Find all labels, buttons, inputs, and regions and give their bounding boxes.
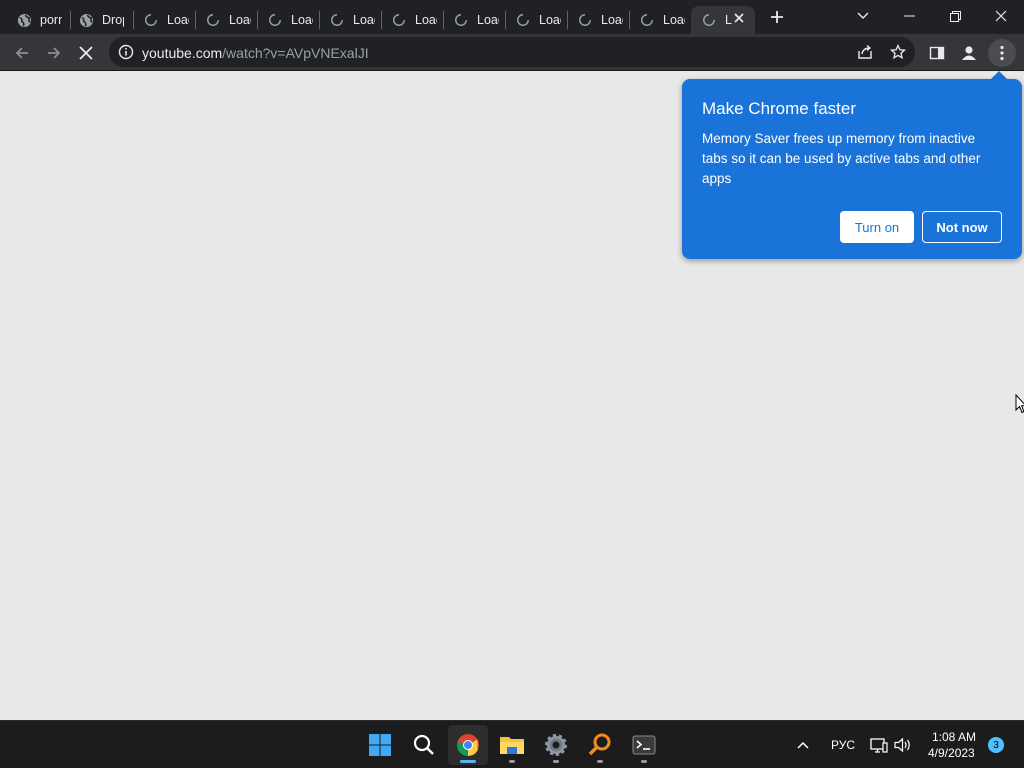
bubble-title: Make Chrome faster [702,99,856,118]
tab-6[interactable]: Load [319,6,379,34]
close-window-icon[interactable] [978,0,1024,32]
chevron-up-icon[interactable] [793,735,813,755]
tab-5[interactable]: Load [257,6,317,34]
loading-spinner-icon [205,12,221,28]
close-tab-icon[interactable] [729,8,749,28]
memory-saver-promo-bubble: Make Chrome faster Memory Saver frees up… [682,79,1022,259]
tab-11[interactable]: Load [629,6,689,34]
browser-toolbar: youtube.com/watch?v=AVpVNExalJI [0,34,1024,71]
clock-time[interactable]: 1:08 AM [932,730,976,744]
tab-title: Load [415,13,437,27]
tab-search-chevron-down-icon[interactable] [840,0,886,32]
restore-icon[interactable] [932,0,978,32]
tab-title: Load [601,13,623,27]
forward-arrow-icon[interactable] [40,39,68,67]
tab-3[interactable]: Load [133,6,193,34]
tab-7[interactable]: Load [381,6,441,34]
start-icon[interactable] [360,725,400,765]
url-path: /watch?v=AVpVNExalJI [222,45,369,61]
side-panel-icon[interactable] [923,39,951,67]
search-icon[interactable] [404,725,444,765]
address-bar[interactable]: youtube.com/watch?v=AVpVNExalJI [109,37,915,67]
mouse-cursor-icon [1015,393,1024,414]
bubble-body: Memory Saver frees up memory from inacti… [702,131,981,186]
settings-icon[interactable] [536,725,576,765]
chrome-icon[interactable] [448,725,488,765]
tab-1[interactable]: porn [6,6,66,34]
globe-icon [16,12,32,28]
loading-spinner-icon [143,12,159,28]
tab-title: porn [40,13,62,27]
network-icon[interactable] [869,735,889,755]
tab-title: Drop [102,13,124,27]
chrome-menu-kebab-icon[interactable] [988,39,1016,67]
tab-title: Load [663,13,685,27]
windows-taskbar: РУС 1:08 AM 4/9/2023 3 [0,720,1024,768]
tab-title: Load [167,13,189,27]
desktop-screen: porn Drop Load Load Load Load Lo [0,0,1024,768]
loading-spinner-icon [577,12,593,28]
site-info-icon[interactable] [117,43,135,61]
globe-icon [78,12,94,28]
url-text[interactable]: youtube.com/watch?v=AVpVNExalJI [142,45,369,61]
tab-title: Load [539,13,561,27]
not-now-button[interactable]: Not now [922,211,1002,243]
loading-spinner-icon [453,12,469,28]
loading-spinner-icon [701,12,717,28]
volume-icon[interactable] [893,735,913,755]
loading-spinner-icon [639,12,655,28]
tab-10[interactable]: Load [567,6,627,34]
tab-strip: porn Drop Load Load Load Load Lo [0,0,1024,34]
url-host: youtube.com [142,45,223,61]
profile-icon[interactable] [955,39,983,67]
tab-2[interactable]: Drop [68,6,130,34]
tab-title: Load [353,13,375,27]
tab-9[interactable]: Load [505,6,565,34]
file-explorer-icon[interactable] [492,725,532,765]
loading-spinner-icon [391,12,407,28]
new-tab-button[interactable] [766,6,788,28]
bookmark-star-icon[interactable] [888,42,908,62]
tab-title: Load [229,13,251,27]
tab-4[interactable]: Load [195,6,255,34]
minimize-icon[interactable] [886,0,932,32]
clock-date[interactable]: 4/9/2023 [928,746,975,760]
loading-spinner-icon [267,12,283,28]
terminal-icon[interactable] [624,725,664,765]
magnifier-app-icon[interactable] [580,725,620,765]
notification-count-badge[interactable]: 3 [988,737,1004,753]
share-icon[interactable] [855,42,875,62]
tab-title: Load [291,13,313,27]
tab-8[interactable]: Load [443,6,503,34]
turn-on-button[interactable]: Turn on [840,211,914,243]
loading-spinner-icon [329,12,345,28]
stop-loading-icon[interactable] [72,39,100,67]
loading-spinner-icon [515,12,531,28]
input-language[interactable]: РУС [831,738,855,752]
tab-title: Load [477,13,499,27]
back-arrow-icon[interactable] [8,39,36,67]
